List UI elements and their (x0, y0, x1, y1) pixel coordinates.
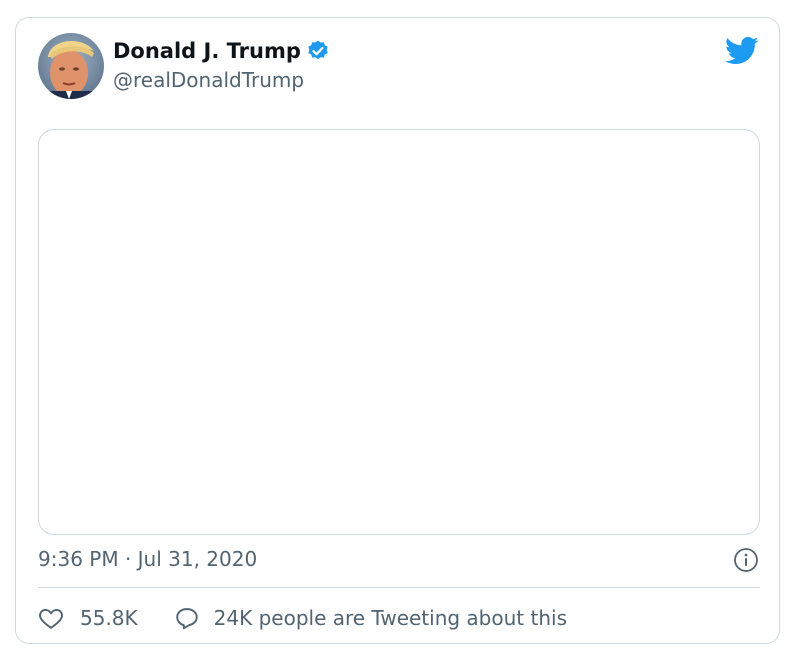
verified-badge-icon (306, 39, 330, 63)
display-name-text[interactable]: Donald J. Trump (113, 39, 301, 63)
conversation-text[interactable]: 24K people are Tweeting about this (214, 606, 567, 630)
user-handle[interactable]: @realDonaldTrump (113, 68, 304, 92)
conversation-link[interactable]: 24K people are Tweeting about this (174, 605, 567, 631)
media-container[interactable] (38, 129, 760, 535)
tweet-actions: 55.8K 24K people are Tweeting about this (38, 603, 567, 633)
avatar-image (38, 33, 104, 99)
tweet-card[interactable]: Donald J. Trump @realDonaldTrump 9:36 PM… (15, 17, 780, 644)
heart-icon[interactable] (38, 605, 64, 631)
tweet-timestamp[interactable]: 9:36 PM · Jul 31, 2020 (38, 547, 257, 571)
info-icon[interactable] (733, 547, 759, 573)
display-name[interactable]: Donald J. Trump (113, 39, 330, 63)
avatar[interactable] (38, 33, 104, 99)
speech-bubble-icon (174, 605, 200, 631)
divider (38, 587, 760, 588)
twitter-bird-icon[interactable] (725, 36, 759, 66)
like-count[interactable]: 55.8K (80, 606, 138, 630)
